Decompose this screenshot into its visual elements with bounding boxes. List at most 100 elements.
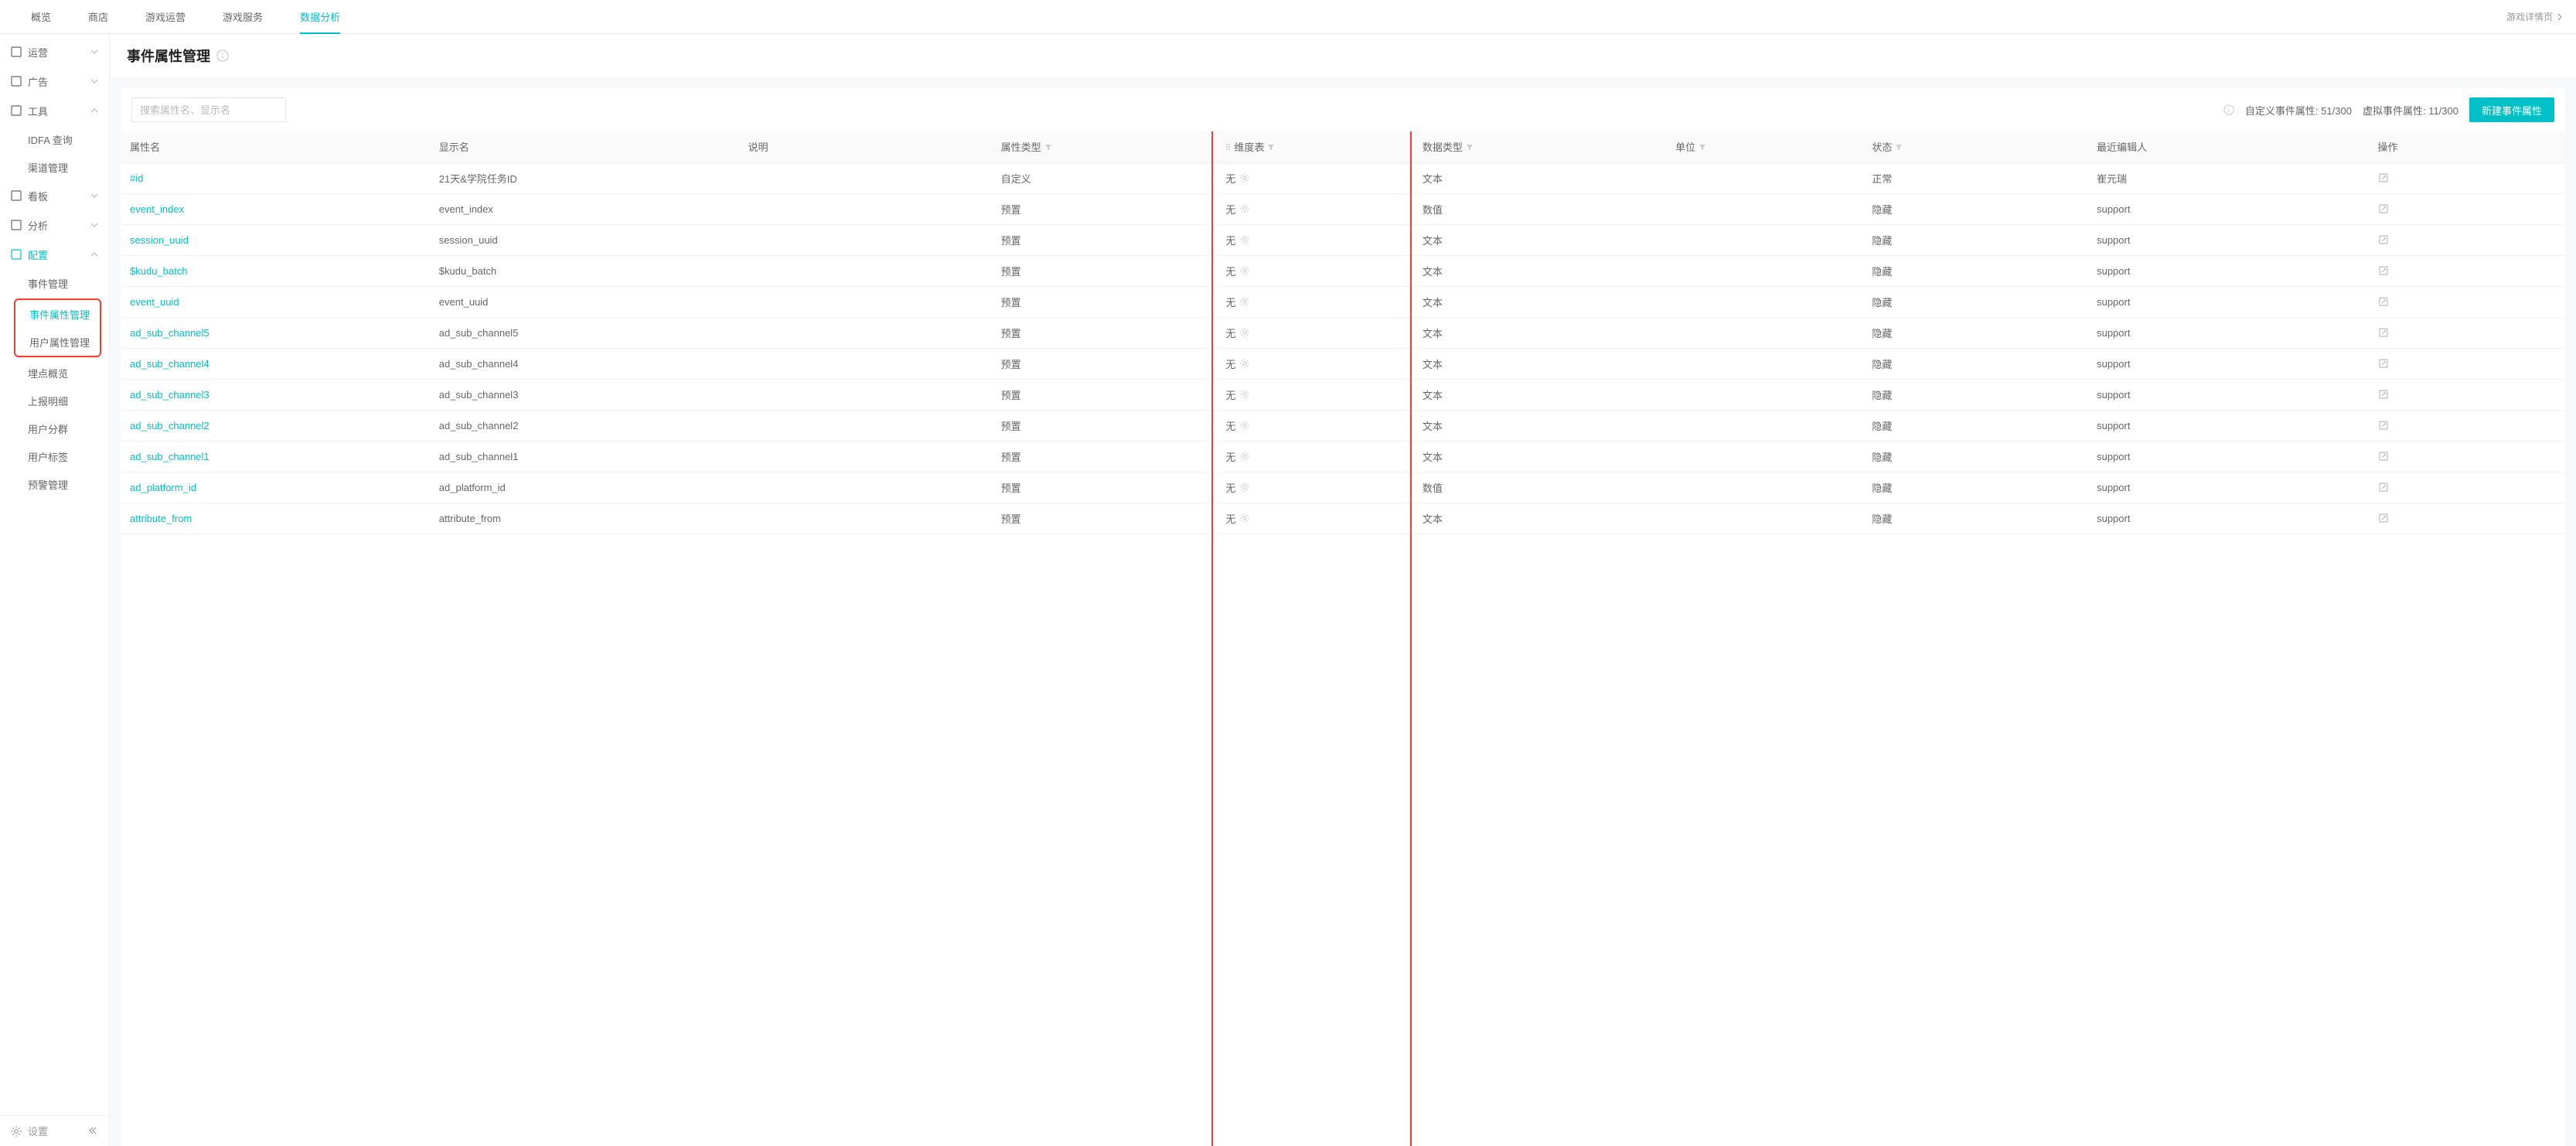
sidebar-item[interactable]: 工具: [0, 96, 109, 125]
cell-name[interactable]: event_index: [121, 193, 430, 224]
cell-name[interactable]: ad_sub_channel4: [121, 348, 430, 379]
sidebar-item-label: 配置: [28, 247, 48, 262]
gear-icon[interactable]: [1240, 297, 1249, 306]
gear-icon[interactable]: [1240, 421, 1249, 430]
sidebar-subitem[interactable]: 埋点概览: [0, 359, 109, 387]
cell-action: [2369, 255, 2565, 286]
edit-icon[interactable]: [2378, 451, 2389, 462]
cell-description: [739, 410, 992, 441]
col-header-status[interactable]: 状态: [1862, 131, 2087, 162]
cell-action: [2369, 410, 2565, 441]
gear-icon[interactable]: [1240, 235, 1249, 244]
info-icon[interactable]: [216, 49, 229, 62]
col-header-datatype[interactable]: 数据类型: [1413, 131, 1666, 162]
collapse-icon[interactable]: [87, 1126, 98, 1137]
new-attribute-button[interactable]: 新建事件属性: [2469, 97, 2554, 122]
col-header-desc[interactable]: 说明: [739, 131, 992, 162]
table-row: ad_platform_id ad_platform_id 预置 无 数值 隐藏…: [121, 472, 2565, 503]
cell-unit: [1666, 472, 1862, 503]
cell-name[interactable]: ad_sub_channel1: [121, 441, 430, 472]
cell-name[interactable]: ad_platform_id: [121, 472, 430, 503]
cell-data-type: 文本: [1413, 255, 1666, 286]
cell-name[interactable]: #id: [121, 162, 430, 193]
cell-editor: support: [2087, 286, 2368, 317]
cell-name[interactable]: ad_sub_channel5: [121, 317, 430, 348]
cell-action: [2369, 193, 2565, 224]
col-header-name[interactable]: 属性名: [121, 131, 430, 162]
col-header-action[interactable]: 操作: [2369, 131, 2565, 162]
cell-dimension: 无: [1216, 410, 1412, 441]
target-icon: [11, 76, 22, 87]
gear-icon[interactable]: [1240, 173, 1249, 182]
sidebar-subitem[interactable]: IDFA 查询: [0, 125, 109, 153]
cell-data-type: 数值: [1413, 193, 1666, 224]
top-nav-item[interactable]: 游戏服务: [204, 0, 281, 34]
gear-icon[interactable]: [1240, 513, 1249, 523]
sidebar-subitem[interactable]: 用户标签: [0, 442, 109, 470]
chart-icon: [11, 46, 22, 57]
sidebar-settings[interactable]: 设置: [11, 1124, 48, 1138]
sidebar-subitem[interactable]: 上报明细: [0, 387, 109, 414]
gear-icon[interactable]: [1240, 452, 1249, 461]
edit-icon[interactable]: [2378, 327, 2389, 338]
edit-icon[interactable]: [2378, 234, 2389, 245]
top-nav-item[interactable]: 数据分析: [281, 0, 359, 34]
cell-data-type: 数值: [1413, 472, 1666, 503]
search-input[interactable]: [140, 104, 276, 116]
edit-icon[interactable]: [2378, 358, 2389, 369]
edit-icon[interactable]: [2378, 172, 2389, 183]
sidebar-item[interactable]: 看板: [0, 181, 109, 210]
gear-icon[interactable]: [1240, 266, 1249, 275]
table-row: attribute_from attribute_from 预置 无 文本 隐藏…: [121, 503, 2565, 534]
cell-status: 隐藏: [1862, 348, 2087, 379]
sidebar-subitem[interactable]: 渠道管理: [0, 153, 109, 181]
sidebar-subitem[interactable]: 用户分群: [0, 414, 109, 442]
gear-icon[interactable]: [1240, 328, 1249, 337]
top-nav-item[interactable]: 游戏运营: [127, 0, 204, 34]
sidebar-item[interactable]: 广告: [0, 67, 109, 96]
sidebar-item[interactable]: 配置: [0, 240, 109, 269]
cell-description: [739, 286, 992, 317]
col-header-unit[interactable]: 单位: [1666, 131, 1862, 162]
top-nav-item[interactable]: 商店: [70, 0, 127, 34]
edit-icon[interactable]: [2378, 482, 2389, 493]
edit-icon[interactable]: [2378, 265, 2389, 276]
edit-icon[interactable]: [2378, 420, 2389, 431]
game-detail-link[interactable]: 游戏详情页: [2506, 10, 2564, 23]
table-row: event_uuid event_uuid 预置 无 文本 隐藏 support: [121, 286, 2565, 317]
cell-name[interactable]: event_uuid: [121, 286, 430, 317]
cell-name[interactable]: $kudu_batch: [121, 255, 430, 286]
edit-icon[interactable]: [2378, 513, 2389, 524]
top-nav-item[interactable]: 概览: [12, 0, 70, 34]
gear-icon[interactable]: [1240, 390, 1249, 399]
cell-name[interactable]: ad_sub_channel3: [121, 379, 430, 410]
cell-editor: support: [2087, 193, 2368, 224]
gear-icon[interactable]: [1240, 359, 1249, 368]
cell-data-type: 文本: [1413, 224, 1666, 255]
col-header-dimension[interactable]: 维度表: [1216, 131, 1412, 162]
edit-icon[interactable]: [2378, 296, 2389, 307]
sidebar-subitem[interactable]: 事件管理: [0, 269, 109, 297]
edit-icon[interactable]: [2378, 203, 2389, 214]
sidebar-subitem[interactable]: 预警管理: [0, 470, 109, 498]
search-box[interactable]: [131, 97, 286, 122]
col-header-attrtype[interactable]: 属性类型: [992, 131, 1217, 162]
gear-icon[interactable]: [1240, 483, 1249, 492]
cell-name[interactable]: session_uuid: [121, 224, 430, 255]
col-header-editor[interactable]: 最近编辑人: [2087, 131, 2368, 162]
info-icon[interactable]: [2223, 104, 2234, 115]
edit-icon[interactable]: [2378, 389, 2389, 400]
sidebar-subitem[interactable]: 用户属性管理: [15, 328, 100, 356]
col-header-display[interactable]: 显示名: [430, 131, 739, 162]
cell-attr-type: 预置: [992, 410, 1217, 441]
attributes-table: 属性名 显示名 说明 属性类型 维度表 数据类型 单位 状态 最近编辑人 操作: [121, 131, 2565, 534]
chevron-down-icon: [90, 77, 98, 85]
table-row: ad_sub_channel3 ad_sub_channel3 预置 无 文本 …: [121, 379, 2565, 410]
cell-name[interactable]: ad_sub_channel2: [121, 410, 430, 441]
cell-name[interactable]: attribute_from: [121, 503, 430, 534]
sidebar-item[interactable]: 运营: [0, 37, 109, 67]
sidebar-subitem[interactable]: 事件属性管理: [15, 300, 100, 328]
cell-data-type: 文本: [1413, 286, 1666, 317]
gear-icon[interactable]: [1240, 204, 1249, 213]
sidebar-item[interactable]: 分析: [0, 210, 109, 240]
